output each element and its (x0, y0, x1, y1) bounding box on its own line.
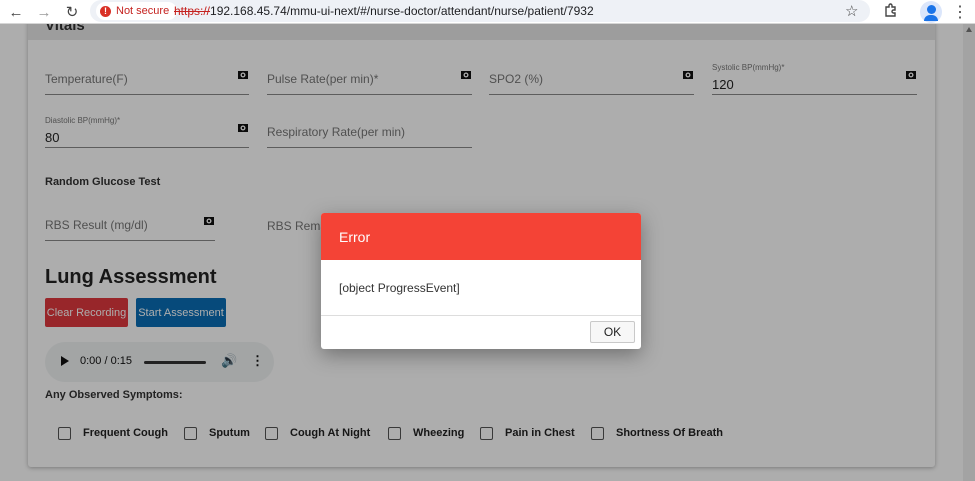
extensions-icon[interactable] (883, 2, 899, 21)
ok-button[interactable]: OK (590, 321, 635, 343)
url-path: 192.168.45.74/mmu-ui-next/#/nurse-doctor… (210, 4, 594, 18)
error-dialog-message: [object ProgressEvent] (339, 281, 460, 295)
url-scheme: https:// (174, 4, 211, 18)
star-icon[interactable]: ☆ (845, 2, 858, 20)
dialog-divider (321, 315, 641, 316)
reload-icon[interactable]: ↻ (62, 2, 82, 22)
warning-icon: ! (100, 5, 111, 17)
profile-icon[interactable] (920, 1, 942, 23)
url-text[interactable]: https://192.168.45.74/mmu-ui-next/#/nurs… (174, 4, 594, 18)
error-dialog-title: Error (339, 229, 371, 245)
error-dialog: Error [object ProgressEvent] OK (321, 213, 641, 349)
security-label: Not secure (116, 5, 170, 17)
menu-icon[interactable]: ⋮ (952, 2, 968, 22)
security-indicator[interactable]: ! Not secure (96, 2, 178, 20)
forward-arrow-icon[interactable]: → (34, 2, 54, 22)
browser-toolbar: ← → ↻ ! Not secure https://192.168.45.74… (0, 0, 975, 24)
back-arrow-icon[interactable]: ← (6, 2, 26, 22)
address-bar[interactable]: ! Not secure https://192.168.45.74/mmu-u… (90, 0, 870, 22)
error-dialog-header: Error (321, 213, 641, 260)
